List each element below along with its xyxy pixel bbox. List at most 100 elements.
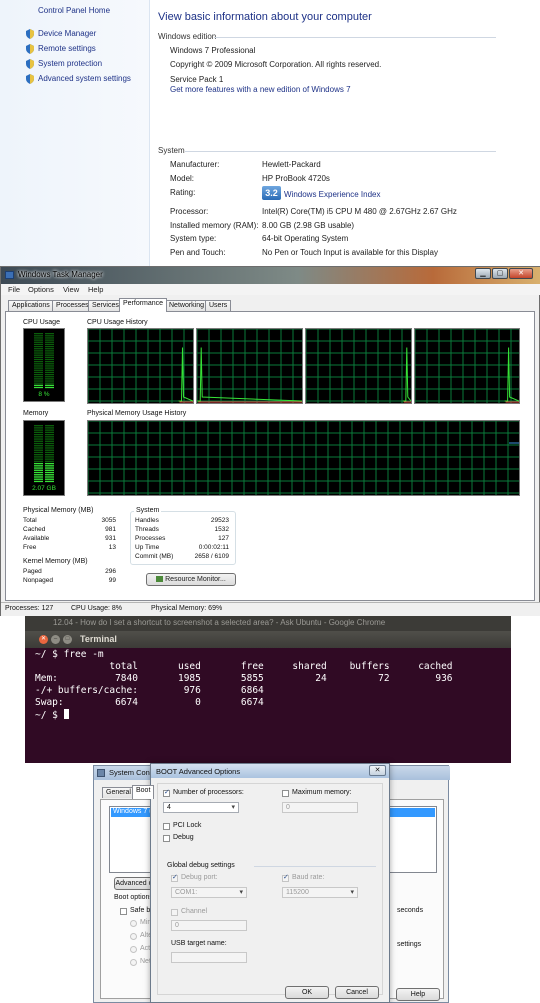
meter-segment: [34, 335, 43, 337]
debug-port-dropdown[interactable]: COM1:: [171, 887, 247, 898]
usb-target-name-field[interactable]: [171, 952, 247, 963]
experience-index-link[interactable]: Windows Experience Index: [284, 190, 381, 199]
menu-help[interactable]: Help: [88, 285, 103, 294]
boot-advanced-options-dialog: BOOT Advanced Options ✕ Number of proces…: [150, 763, 390, 1003]
stat-label: Threads: [135, 526, 159, 533]
stat-label: Processes: [135, 535, 166, 542]
memory-history-label: Physical Memory Usage History: [87, 410, 187, 417]
baud-rate-checkbox[interactable]: [282, 873, 289, 882]
manufacturer-label: Manufacturer:: [170, 160, 220, 169]
channel-checkbox[interactable]: [171, 909, 178, 916]
meter-segment: [45, 442, 54, 445]
cpu-history-plot: [197, 329, 302, 403]
debug-port-checkbox[interactable]: [171, 873, 178, 882]
tab-boot[interactable]: Boot: [132, 785, 155, 799]
model-value: HP ProBook 4720s: [262, 174, 330, 183]
menu-file[interactable]: File: [8, 285, 20, 294]
baud-rate-dropdown[interactable]: 115200: [282, 887, 358, 898]
tab-general[interactable]: General: [102, 787, 135, 798]
debug-checkbox[interactable]: [163, 835, 170, 842]
stat-label: Free: [23, 544, 37, 551]
debug-label: Debug: [173, 834, 194, 841]
terminal-line: Swap: 6674 0 6674: [35, 697, 264, 708]
meter-segment: [34, 354, 43, 356]
meter-segment: [34, 458, 43, 460]
menu-bar: File Options View Help: [1, 284, 540, 295]
meter-segment: [34, 445, 43, 447]
tab-applications[interactable]: Applications: [8, 300, 54, 311]
maximum-memory-field[interactable]: 0: [282, 802, 358, 813]
meter-segment: [34, 333, 43, 335]
control-panel-home-link[interactable]: Control Panel Home: [38, 6, 110, 15]
number-of-processors-checkbox[interactable]: [163, 788, 170, 797]
window-title: System Conf: [109, 768, 152, 777]
more-features-link[interactable]: Get more features with a new edition of …: [170, 85, 351, 94]
memory-label: Installed memory (RAM):: [170, 221, 259, 230]
physical-memory-title: Physical Memory (MB): [23, 507, 94, 514]
tab-networking[interactable]: Networking: [165, 300, 209, 311]
minimize-button[interactable]: ▁: [475, 268, 491, 279]
pci-lock-checkbox[interactable]: [163, 823, 170, 830]
meter-segment: [45, 337, 54, 339]
menu-view[interactable]: View: [63, 285, 79, 294]
meter-segment: [45, 376, 54, 378]
menu-options[interactable]: Options: [28, 285, 54, 294]
terminal-window[interactable]: 12.04 - How do I set a shortcut to scree…: [25, 616, 511, 763]
terminal-cursor: [63, 709, 69, 719]
dialog-titlebar[interactable]: BOOT Advanced Options ✕: [151, 764, 389, 778]
safe-boot-radio[interactable]: [130, 946, 137, 953]
cpu-history-plot: [415, 329, 519, 403]
active-window-title: 12.04 - How do I set a shortcut to scree…: [53, 618, 386, 627]
sidebar-link-advanced-system-settings[interactable]: Advanced system settings: [38, 74, 131, 83]
maximum-memory-label: Maximum memory:: [292, 789, 352, 796]
advanced-options-button[interactable]: Advanced o: [114, 877, 154, 890]
global-debug-settings-label: Global debug settings: [167, 862, 235, 869]
maximize-button[interactable]: □: [63, 635, 72, 644]
maximize-button[interactable]: ▢: [492, 268, 508, 279]
divider: [254, 866, 376, 867]
meter-segment: [45, 371, 54, 374]
meter-segment: [45, 384, 54, 386]
sidebar-link-device-manager[interactable]: Device Manager: [38, 29, 96, 38]
cpu-history-graph-core-1: [87, 328, 194, 404]
meter-segment: [34, 462, 43, 465]
resource-monitor-icon: [156, 576, 164, 582]
meter-segment: [45, 335, 54, 337]
maximum-memory-checkbox[interactable]: [282, 790, 289, 797]
minimize-button[interactable]: –: [51, 635, 60, 644]
tab-services[interactable]: Services: [88, 300, 123, 311]
number-of-processors-dropdown[interactable]: 4: [163, 802, 239, 813]
desktop-top-panel: 12.04 - How do I set a shortcut to scree…: [25, 616, 511, 631]
channel-stepper[interactable]: 0: [171, 920, 247, 931]
system-header: System: [158, 146, 185, 155]
task-manager-titlebar[interactable]: Windows Task Manager ▁ ▢ ✕: [1, 267, 540, 284]
meter-segment: [45, 350, 54, 352]
safe-boot-radio[interactable]: [130, 920, 137, 927]
ok-button[interactable]: OK: [285, 986, 329, 999]
shield-icon: [25, 44, 35, 54]
divider: [214, 37, 496, 38]
meter-segment: [34, 425, 43, 427]
sidebar-link-system-protection[interactable]: System protection: [38, 59, 102, 68]
sidebar-link-remote-settings[interactable]: Remote settings: [38, 44, 96, 53]
processor-value: Intel(R) Core(TM) i5 CPU M 480 @ 2.67GHz…: [262, 207, 457, 216]
close-button[interactable]: ✕: [39, 635, 48, 644]
meter-segment: [45, 433, 54, 436]
help-button[interactable]: Help: [396, 988, 440, 1001]
close-button[interactable]: ✕: [509, 268, 533, 279]
experience-index-badge[interactable]: 3.2: [262, 186, 281, 200]
safe-boot-radio[interactable]: [130, 933, 137, 940]
resource-monitor-button[interactable]: Resource Monitor...: [146, 573, 236, 586]
tab-performance[interactable]: Performance: [119, 298, 168, 312]
close-button[interactable]: ✕: [369, 765, 386, 776]
window-title: Windows Task Manager: [18, 270, 103, 279]
terminal-titlebar[interactable]: ✕ – □ Terminal: [25, 631, 511, 648]
safe-boot-radio[interactable]: [130, 959, 137, 966]
meter-segment: [34, 384, 43, 386]
safe-boot-checkbox[interactable]: [120, 908, 127, 915]
tab-processes[interactable]: Processes: [52, 300, 93, 311]
cancel-button[interactable]: Cancel: [335, 986, 379, 999]
meter-segment: [45, 445, 54, 447]
task-manager-icon: [5, 271, 14, 279]
tab-users[interactable]: Users: [205, 300, 232, 311]
